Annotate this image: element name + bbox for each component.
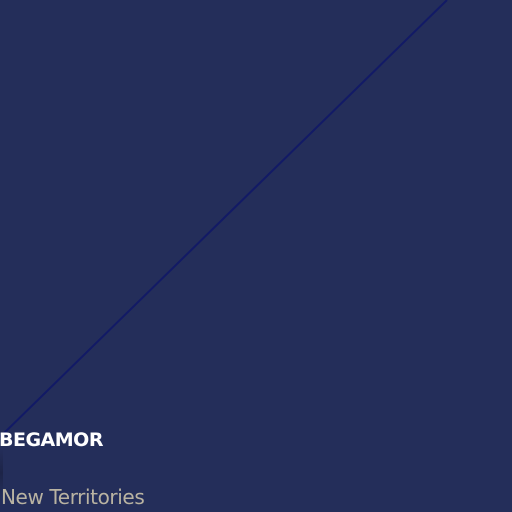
place-name-label[interactable]: BEGAMOR (0, 429, 103, 451)
map-canvas[interactable]: BEGAMOR New Territories (0, 0, 512, 512)
route-segment (0, 0, 448, 438)
place-region-label: New Territories (1, 485, 145, 509)
